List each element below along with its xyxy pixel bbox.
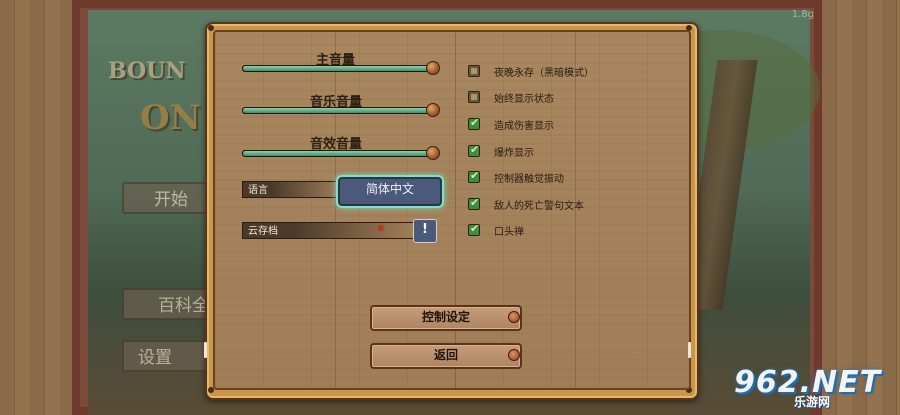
logo-word-1: BOUN xyxy=(108,58,186,84)
watermark-sub: 乐游网 xyxy=(794,395,831,409)
label-catchphrase: 口头禅 xyxy=(494,227,524,238)
wood-grain xyxy=(335,32,336,388)
sfx-volume-knob[interactable] xyxy=(426,146,440,160)
game-logo: BOUN ON xyxy=(100,40,220,150)
music-volume-slider[interactable] xyxy=(242,107,434,114)
music-volume-fill xyxy=(243,108,433,113)
settings-panel xyxy=(213,30,691,390)
watermark: 962.NET 乐游网 xyxy=(734,363,894,411)
checkbox-controller-haptics[interactable] xyxy=(468,169,480,183)
sfx-volume-slider[interactable] xyxy=(242,150,434,157)
button-rivet xyxy=(508,311,520,323)
label-damage-display: 造成伤害显示 xyxy=(494,121,554,132)
button-rivet xyxy=(508,349,520,361)
language-row: 语言 xyxy=(242,181,342,198)
label-enemy-death-quotes: 敌人的死亡警句文本 xyxy=(494,201,584,212)
label-dark-mode: 夜晚永存（黑暗模式） xyxy=(494,68,594,79)
label-always-show-status: 始终显示状态 xyxy=(494,94,554,105)
label-explosion-display: 爆炸显示 xyxy=(494,148,534,159)
background-menu-encyclopedia: 百科全 xyxy=(122,288,212,320)
master-volume-fill xyxy=(243,66,433,71)
controls-settings-button[interactable]: 控制设定 xyxy=(370,305,522,331)
back-button[interactable]: 返回 xyxy=(370,343,522,369)
background-menu-settings: 设置 xyxy=(122,340,212,372)
background-wood-left xyxy=(0,0,72,415)
checkbox-explosion-display[interactable] xyxy=(468,143,480,157)
checkbox-damage-display[interactable] xyxy=(468,116,480,130)
language-select-button[interactable]: 简体中文 xyxy=(338,177,442,206)
cloud-save-label: 云存档 xyxy=(248,226,278,237)
checkbox-always-show-status[interactable] xyxy=(468,91,480,103)
logo-word-2: ON xyxy=(140,98,201,138)
master-volume-knob[interactable] xyxy=(426,61,440,75)
checkbox-dark-mode[interactable] xyxy=(468,65,480,77)
scrollbar-left[interactable] xyxy=(204,342,207,358)
checkbox-catchphrase[interactable] xyxy=(468,222,480,236)
scrollbar-right[interactable] xyxy=(688,342,691,358)
cloud-save-row: 云存档 xyxy=(242,222,414,239)
background-menu-start: 开始 xyxy=(122,182,212,214)
label-controller-haptics: 控制器触觉振动 xyxy=(494,174,564,185)
cloud-status-icon: ✹ xyxy=(376,222,386,235)
music-volume-knob[interactable] xyxy=(426,103,440,117)
sfx-volume-fill xyxy=(243,151,433,156)
checkbox-enemy-death-quotes[interactable] xyxy=(468,196,480,210)
cloud-save-info-button[interactable]: ! xyxy=(413,219,437,243)
wood-grain xyxy=(455,32,456,388)
master-volume-slider[interactable] xyxy=(242,65,434,72)
background-wood-right xyxy=(822,0,900,415)
language-label: 语言 xyxy=(248,185,268,196)
version-label: 1.8g xyxy=(791,9,814,20)
panel-rivet xyxy=(208,25,214,31)
